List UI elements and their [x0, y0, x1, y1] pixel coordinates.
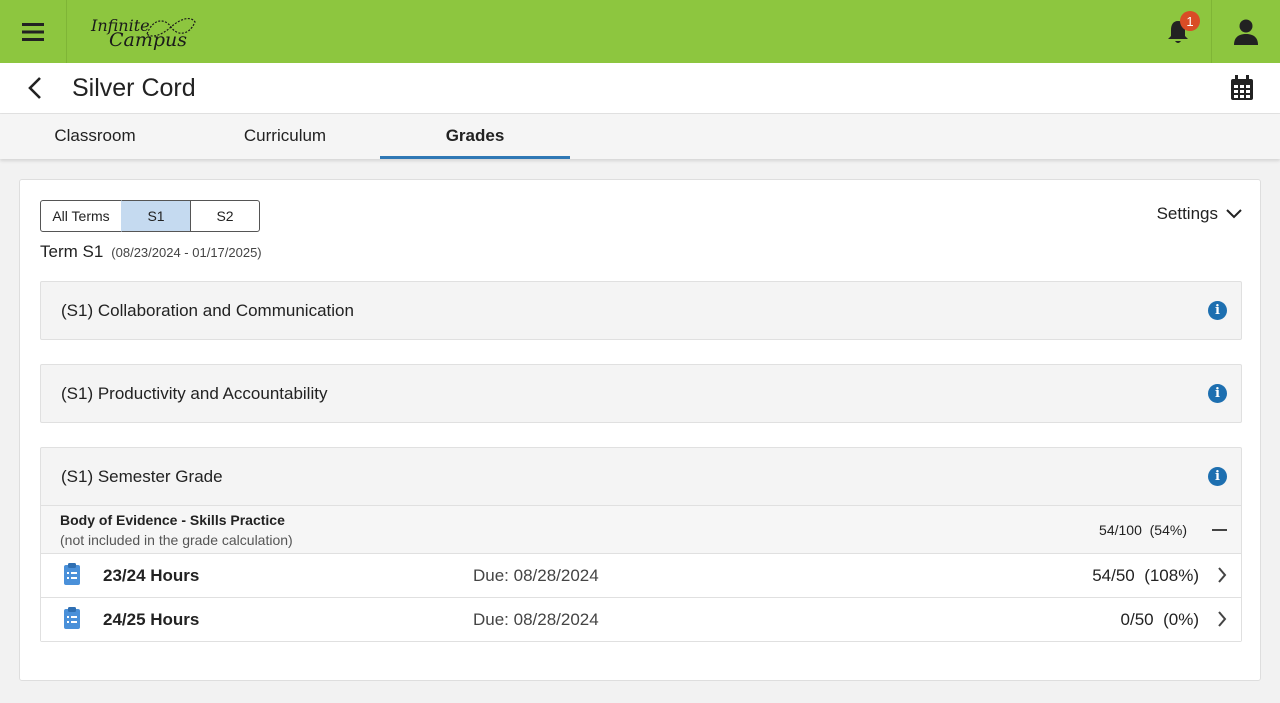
- section-header[interactable]: (S1) Semester Grade i: [41, 448, 1241, 505]
- chevron-left-icon: [28, 77, 41, 99]
- calendar-button[interactable]: [1230, 75, 1254, 101]
- tab-classroom[interactable]: Classroom: [0, 114, 190, 159]
- top-bar: Infinite Campus 1: [0, 0, 1280, 63]
- info-icon[interactable]: i: [1208, 301, 1227, 320]
- term-selector: All Terms S1 S2: [40, 200, 260, 232]
- infinite-campus-logo[interactable]: Infinite Campus: [91, 12, 211, 52]
- menu-icon: [22, 22, 44, 41]
- term-all-button[interactable]: All Terms: [40, 200, 122, 232]
- chevron-right-icon: [1218, 611, 1227, 627]
- group-score: 54/100 (54%): [1099, 522, 1187, 538]
- settings-dropdown[interactable]: Settings: [1157, 204, 1242, 224]
- infinity-loop-icon: [146, 17, 196, 37]
- collapse-group-button[interactable]: [1209, 520, 1229, 540]
- title-bar: Silver Cord: [0, 63, 1280, 114]
- term-dates: (08/23/2024 - 01/17/2025): [111, 245, 262, 260]
- grade-section-semester: (S1) Semester Grade i Body of Evidence -…: [40, 447, 1242, 642]
- chevron-down-icon: [1226, 209, 1242, 219]
- course-tabs: Classroom Curriculum Grades: [0, 114, 1280, 159]
- tab-curriculum[interactable]: Curriculum: [190, 114, 380, 159]
- group-title: Body of Evidence - Skills Practice: [60, 512, 285, 528]
- calendar-icon: [1231, 75, 1253, 100]
- assignment-due-date: Due: 08/28/2024: [473, 565, 599, 585]
- grades-card: All Terms S1 S2 Settings Term S1 (08/23/2…: [19, 179, 1261, 681]
- tab-grades[interactable]: Grades: [380, 114, 570, 159]
- section-title: (S1) Collaboration and Communication: [61, 300, 354, 320]
- assignment-row[interactable]: 24/25 Hours Due: 08/28/2024 0/50 (0%): [41, 597, 1241, 641]
- assignment-due-date: Due: 08/28/2024: [473, 609, 599, 629]
- term-s2-button[interactable]: S2: [190, 200, 260, 232]
- notification-count-badge: 1: [1180, 11, 1200, 31]
- info-icon[interactable]: i: [1208, 467, 1227, 486]
- section-header[interactable]: (S1) Collaboration and Communication i: [41, 282, 1241, 339]
- assignment-score: 54/50 (108%): [1092, 565, 1199, 585]
- info-icon[interactable]: i: [1208, 384, 1227, 403]
- section-title: (S1) Semester Grade: [61, 466, 223, 486]
- grade-section-productivity: (S1) Productivity and Accountability i: [40, 364, 1242, 423]
- page-title: Silver Cord: [72, 73, 196, 102]
- settings-label: Settings: [1156, 204, 1218, 223]
- evidence-group-header: Body of Evidence - Skills Practice (not …: [41, 505, 1241, 553]
- section-title: (S1) Productivity and Accountability: [61, 383, 328, 403]
- user-icon: [1234, 19, 1258, 45]
- assignment-name: 23/24 Hours: [103, 565, 200, 585]
- term-s1-button[interactable]: S1: [121, 200, 191, 232]
- assignment-score: 0/50 (0%): [1120, 609, 1199, 629]
- group-note: (not included in the grade calculation): [60, 532, 293, 548]
- chevron-right-icon: [1218, 567, 1227, 583]
- clipboard-icon: [64, 607, 80, 629]
- assignment-row[interactable]: 23/24 Hours Due: 08/28/2024 54/50 (108%): [41, 553, 1241, 597]
- term-heading: Term S1 (08/23/2024 - 01/17/2025): [40, 242, 262, 262]
- assignment-name: 24/25 Hours: [103, 609, 200, 629]
- user-account-button[interactable]: [1212, 0, 1280, 63]
- hamburger-menu-button[interactable]: [0, 0, 67, 63]
- term-name: Term S1: [40, 242, 104, 261]
- grade-section-collaboration: (S1) Collaboration and Communication i: [40, 281, 1242, 340]
- notifications-button[interactable]: 1: [1144, 0, 1212, 63]
- section-header[interactable]: (S1) Productivity and Accountability i: [41, 365, 1241, 422]
- clipboard-icon: [64, 563, 80, 585]
- back-button[interactable]: [0, 63, 70, 114]
- minus-icon: [1211, 529, 1227, 531]
